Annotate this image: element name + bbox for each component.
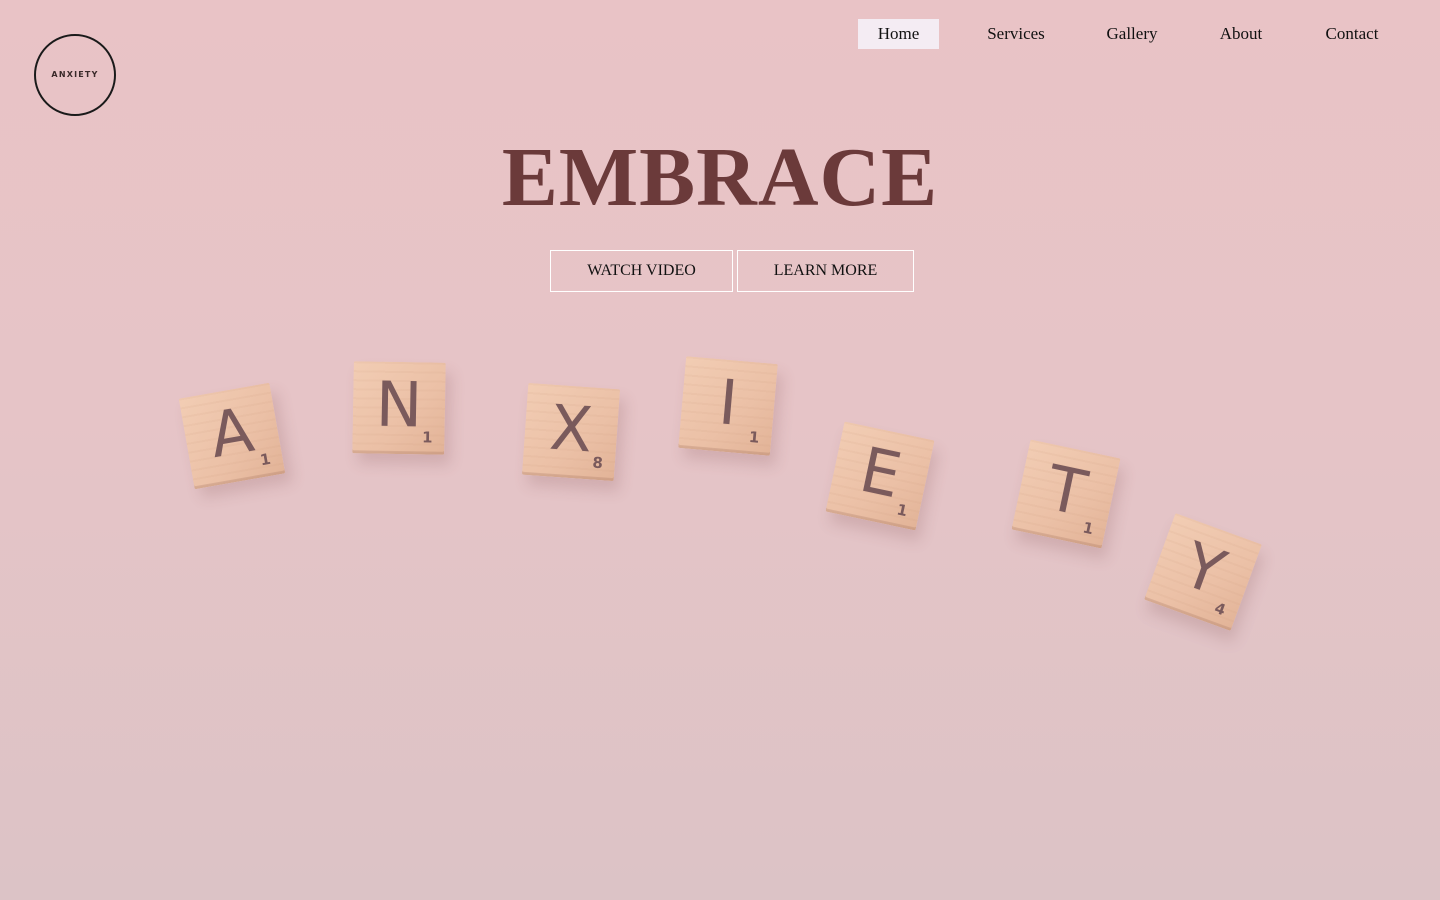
site-logo[interactable]: ANXIETY xyxy=(34,34,116,116)
tile-score: 1 xyxy=(748,427,761,447)
tile-letter: Y xyxy=(1173,527,1235,610)
scrabble-tile-t: T 1 xyxy=(1011,439,1121,549)
nav-item-gallery[interactable]: Gallery xyxy=(1098,19,1166,49)
nav-item-home[interactable]: Home xyxy=(858,19,939,49)
scrabble-tile-y: Y 4 xyxy=(1144,513,1262,631)
cta-row: WATCH VIDEO LEARN MORE xyxy=(550,250,914,292)
tile-score: 1 xyxy=(1081,518,1096,539)
scrabble-tile-x: X 8 xyxy=(521,382,621,482)
tile-letter: I xyxy=(716,365,741,440)
tile-score: 1 xyxy=(421,428,433,447)
nav-item-about[interactable]: About xyxy=(1206,19,1276,49)
logo-text: ANXIETY xyxy=(51,69,99,79)
scrabble-tile-a: A 1 xyxy=(178,382,286,490)
tile-letter: E xyxy=(853,432,908,513)
nav-item-services[interactable]: Services xyxy=(974,19,1058,49)
main-nav: Home Services Gallery About Contact xyxy=(858,19,1388,49)
tile-letter: X xyxy=(547,390,595,467)
nav-item-contact[interactable]: Contact xyxy=(1316,19,1388,49)
hero-background: ANXIETY Home Services Gallery About Cont… xyxy=(0,0,1440,900)
tile-score: 8 xyxy=(591,453,604,473)
tile-score: 1 xyxy=(895,500,910,521)
watch-video-button[interactable]: WATCH VIDEO xyxy=(550,250,733,292)
learn-more-button[interactable]: LEARN MORE xyxy=(737,250,914,292)
scrabble-tile-n: N 1 xyxy=(352,361,446,455)
scrabble-tile-e: E 1 xyxy=(825,421,935,531)
tile-letter: T xyxy=(1040,450,1093,531)
hero-headline: EMBRACE xyxy=(501,131,939,224)
scrabble-tile-i: I 1 xyxy=(678,356,778,456)
